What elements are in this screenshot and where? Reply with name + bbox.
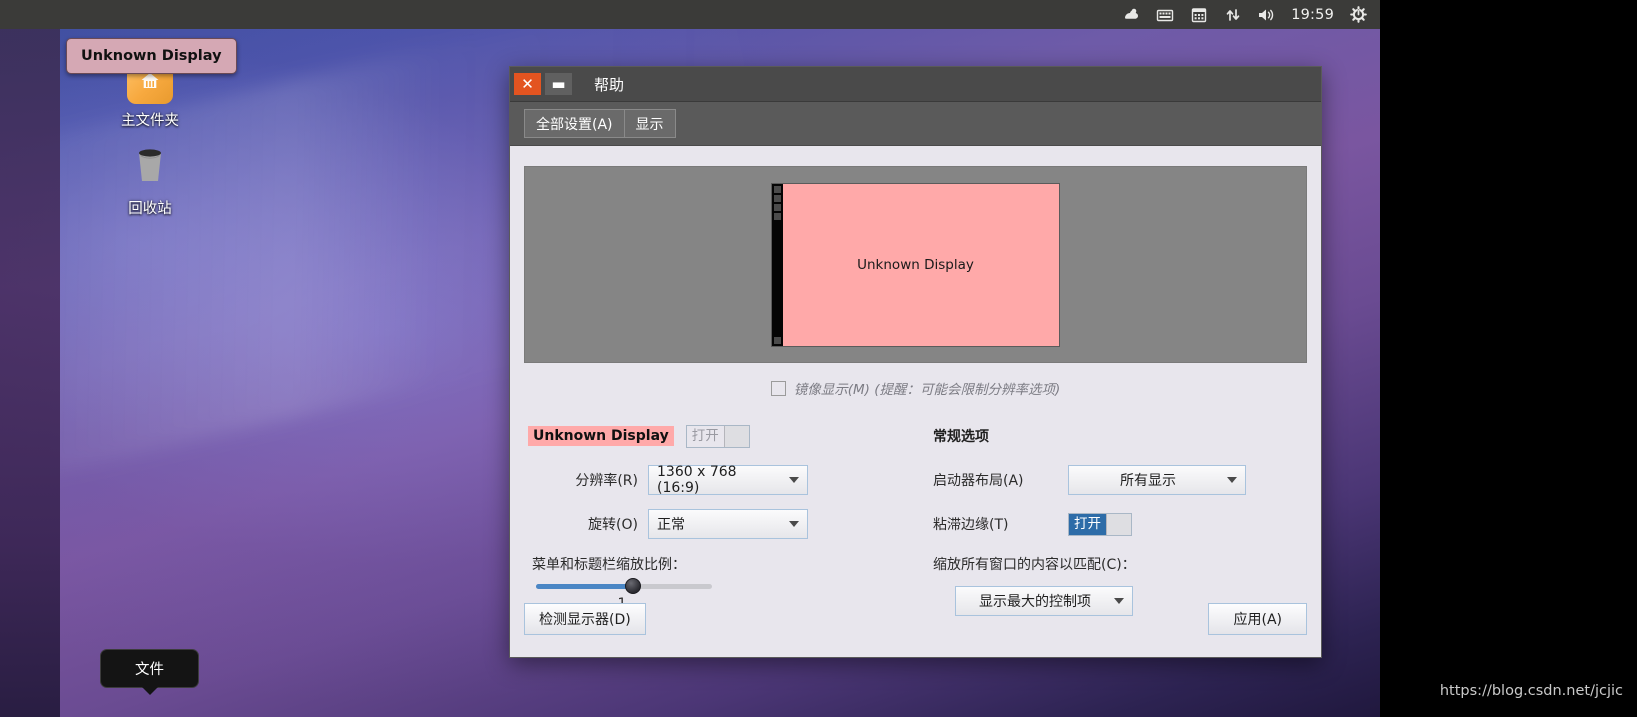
sticky-edges-label: 粘滞边缘(T) [933,517,1009,533]
display-toggle-label: 打开 [686,425,724,447]
scale-windows-caption: 缩放所有窗口的内容以匹配(C)： [933,557,1136,573]
scale-caption: 菜单和标题栏缩放比例： [532,557,686,573]
resolution-row: 分辨率(R) 1360 x 768 (16:9) [528,458,933,502]
display-name: Unknown Display [528,426,674,446]
rotation-label: 旋转(O) [588,517,638,533]
close-icon[interactable]: ✕ [514,73,541,95]
unity-launcher-bar[interactable] [0,0,60,717]
sticky-edges-toggle[interactable]: 打开 [1068,512,1132,536]
sticky-edges-toggle-label: 打开 [1069,513,1106,535]
desktop-icon-label: 回收站 [128,201,172,217]
mirror-displays-row: 镜像显示(M) (提醒：可能会限制分辨率选项) [524,378,1307,398]
resolution-label: 分辨率(R) [575,473,638,489]
launcher-icon [774,194,781,202]
apply-button[interactable]: 应用(A) [1208,603,1307,635]
all-settings-button[interactable]: 全部设置(A) [524,109,625,138]
resolution-value: 1360 x 768 (16:9) [657,464,737,496]
launcher-layout-value: 所有显示 [1120,473,1176,489]
monitor-rect[interactable]: Unknown Display [771,182,1060,347]
window-footer: 检测显示器(D) 应用(A) [510,595,1321,657]
volume-icon[interactable] [1257,5,1277,25]
toggle-knob [723,425,749,447]
resolution-select[interactable]: 1360 x 768 (16:9) [648,464,808,496]
launcher-icon [774,203,781,211]
unknown-display-popup: Unknown Display [66,38,237,74]
desktop-icon-trash[interactable]: 回收站 [90,142,210,218]
scale-slider[interactable] [532,578,712,594]
slider-track[interactable] [536,578,712,594]
window-body: Unknown Display 镜像显示(M) (提醒：可能会限制分辨率选项) … [510,146,1321,657]
trash-icon [90,142,210,192]
window-titlebar: ✕ ▬ 帮助 [510,67,1321,102]
display-settings-window: ✕ ▬ 帮助 全部设置(A) 显示 Unknown Display 镜像显示(M… [509,66,1322,658]
chevron-down-icon [1227,477,1237,483]
rotation-row: 旋转(O) 正常 [528,502,933,546]
launcher-strip [772,183,783,346]
display-power-toggle[interactable]: 打开 [685,424,750,448]
chevron-down-icon [789,477,799,483]
chevron-down-icon [789,521,799,527]
updates-icon[interactable] [1121,5,1141,25]
window-title: 帮助 [594,75,625,94]
clock[interactable]: 19:59 [1291,7,1334,23]
rotation-select[interactable]: 正常 [648,509,808,539]
monitor-label: Unknown Display [857,256,974,273]
settings-form: Unknown Display 打开 分辨率(R) 1360 x 768 (16… [524,414,1307,616]
display-tab-button[interactable]: 显示 [624,109,676,138]
watermark: https://blog.csdn.net/jcjic [1439,683,1623,699]
general-options-column: 常规选项 启动器布局(A) 所有显示 粘滞边缘(T) 打开 缩放所有窗口的内容以… [933,414,1303,616]
taskbar-tooltip-files: 文件 [100,649,199,695]
launcher-icon [774,336,781,344]
mirror-displays-checkbox[interactable] [770,380,786,396]
network-transfer-icon[interactable] [1223,5,1243,25]
calendar-icon[interactable] [1189,5,1209,25]
launcher-icon [774,185,781,193]
power-gear-icon[interactable] [1348,5,1368,25]
mirror-displays-label: 镜像显示(M) (提醒：可能会限制分辨率选项) [793,382,1061,398]
slider-fill [536,584,633,589]
display-settings-column: Unknown Display 打开 分辨率(R) 1360 x 768 (16… [528,414,933,616]
general-options-title: 常规选项 [933,429,989,445]
minimize-icon[interactable]: ▬ [545,73,572,95]
sticky-edges-row: 粘滞边缘(T) 打开 [933,502,1303,546]
window-toolbar: 全部设置(A) 显示 [510,102,1321,146]
launcher-layout-label: 启动器布局(A) [933,473,1024,489]
monitor-preview-area[interactable]: Unknown Display [524,166,1307,363]
toggle-knob [1106,513,1131,535]
launcher-icon [774,212,781,220]
launcher-layout-select[interactable]: 所有显示 [1068,465,1246,495]
general-title-row: 常规选项 [933,414,1303,458]
top-panel: 19:59 [0,0,1380,29]
keyboard-icon[interactable] [1155,5,1175,25]
desktop-icon-label: 主文件夹 [121,113,179,129]
detect-displays-button[interactable]: 检测显示器(D) [524,603,646,635]
launcher-layout-row: 启动器布局(A) 所有显示 [933,458,1303,502]
display-name-row: Unknown Display 打开 [528,414,933,458]
rotation-value: 正常 [657,517,685,533]
slider-handle[interactable] [624,578,641,594]
